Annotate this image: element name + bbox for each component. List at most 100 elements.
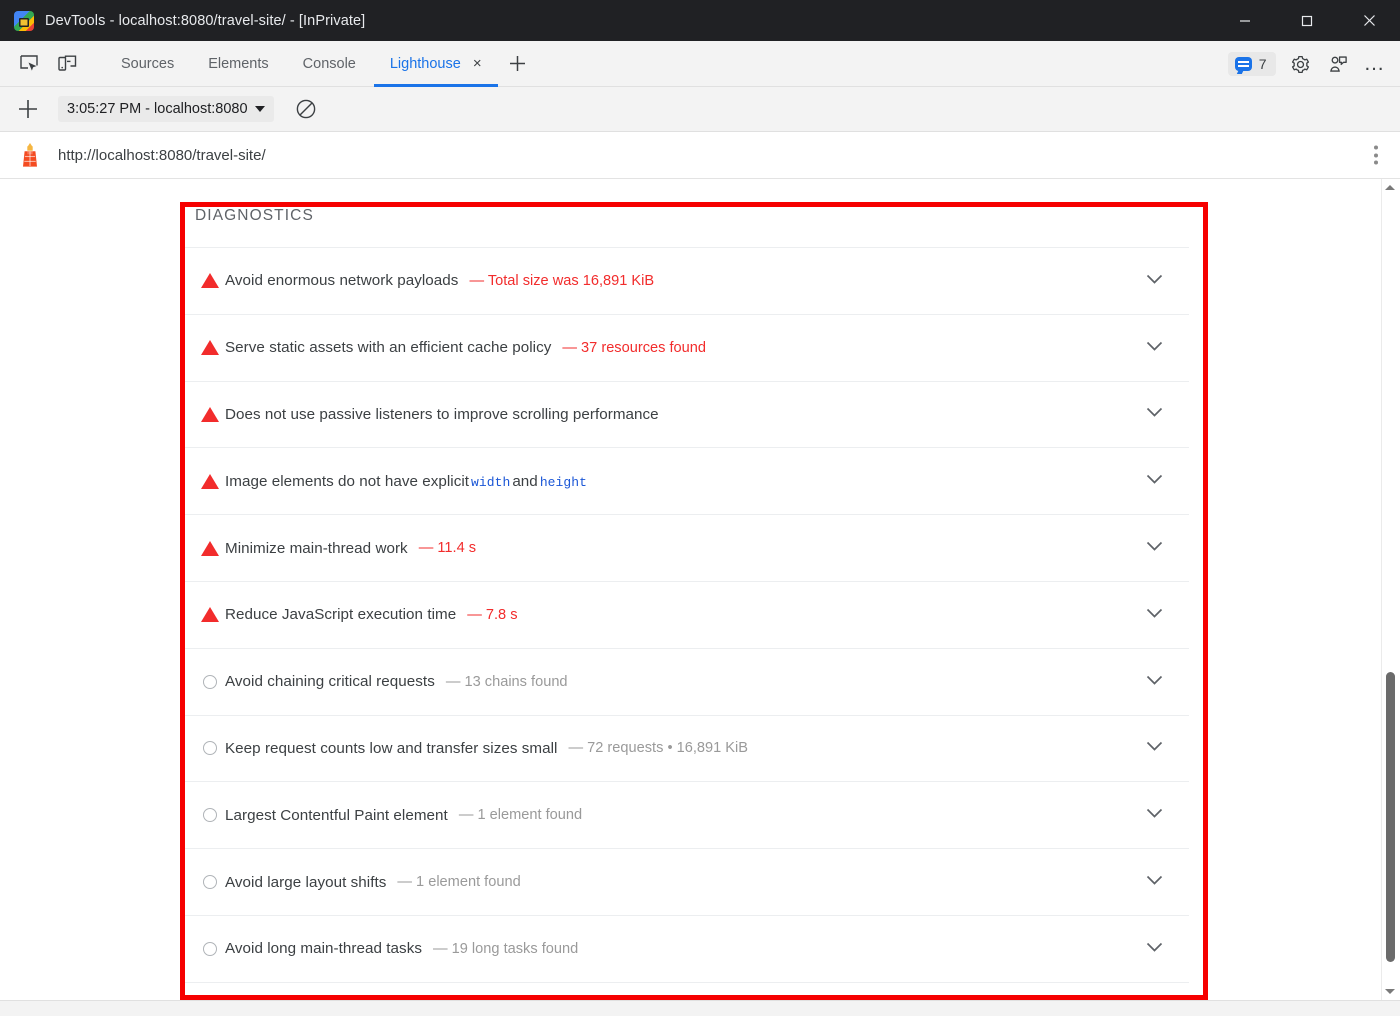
chevron-down-icon[interactable] xyxy=(1146,339,1163,357)
tab-label: Console xyxy=(303,56,356,72)
audit-row[interactable]: Does not use passive listeners to improv… xyxy=(181,381,1189,448)
tab-lighthouse[interactable]: Lighthouse × xyxy=(373,41,499,87)
audit-title: Reduce JavaScript execution time xyxy=(225,606,456,623)
audit-value: — 19 long tasks found xyxy=(433,941,578,957)
tab-label: Lighthouse xyxy=(390,56,461,72)
tab-list: Sources Elements Console Lighthouse × xyxy=(104,41,499,87)
audit-dash: — xyxy=(433,941,448,957)
info-circle-icon xyxy=(195,942,225,956)
issues-badge[interactable]: 7 xyxy=(1228,52,1276,76)
audit-title: Serve static assets with an efficient ca… xyxy=(225,339,551,356)
audit-value-text: 19 long tasks found xyxy=(452,941,579,957)
chevron-down-icon[interactable] xyxy=(1146,539,1163,557)
audit-value-text: 1 element found xyxy=(416,874,521,890)
audit-title: Minimize main-thread work xyxy=(225,540,408,557)
audit-row[interactable]: Avoid enormous network payloads — Total … xyxy=(181,247,1189,314)
chevron-down-icon[interactable] xyxy=(1146,472,1163,490)
warning-triangle-icon xyxy=(195,407,225,422)
audit-title: Avoid long main-thread tasks xyxy=(225,940,422,957)
run-selector[interactable]: 3:05:27 PM - localhost:8080 xyxy=(58,96,274,122)
lighthouse-toolbar: 3:05:27 PM - localhost:8080 xyxy=(0,87,1400,132)
audit-title: Avoid large layout shifts xyxy=(225,874,386,891)
add-tab-button[interactable] xyxy=(501,47,535,81)
report-url-bar: http://localhost:8080/travel-site/ xyxy=(0,132,1400,179)
audit-row[interactable]: Keep request counts low and transfer siz… xyxy=(181,715,1189,782)
report-scroll-container: DIAGNOSTICS Avoid enormous network paylo… xyxy=(0,179,1400,1000)
feedback-icon[interactable] xyxy=(1326,51,1352,77)
audit-value: — 1 element found xyxy=(459,807,582,823)
close-button[interactable] xyxy=(1338,0,1400,41)
audit-title: Image elements do not have explicit widt… xyxy=(225,473,589,490)
audit-row[interactable]: Minimize main-thread work — 11.4 s xyxy=(181,514,1189,581)
audit-value-text: Total size was 16,891 KiB xyxy=(488,273,654,289)
issues-bubble-icon xyxy=(1235,57,1252,71)
minimize-button[interactable] xyxy=(1214,0,1276,41)
audit-dash: — xyxy=(467,607,482,623)
chevron-down-icon[interactable] xyxy=(1146,405,1163,423)
info-circle-icon xyxy=(195,675,225,689)
chevron-down-icon[interactable] xyxy=(1146,606,1163,624)
audit-value: — 37 resources found xyxy=(562,340,706,356)
audit-value: — 72 requests • 16,891 KiB xyxy=(568,740,748,756)
window-controls xyxy=(1214,0,1400,41)
maximize-button[interactable] xyxy=(1276,0,1338,41)
audit-row[interactable]: Largest Contentful Paint element — 1 ele… xyxy=(181,781,1189,848)
audit-title: Does not use passive listeners to improv… xyxy=(225,406,659,423)
audit-value-text: 72 requests • 16,891 KiB xyxy=(587,740,748,756)
audit-title: Keep request counts low and transfer siz… xyxy=(225,740,557,757)
audit-value: — 7.8 s xyxy=(467,607,517,623)
audit-row[interactable]: Avoid chaining critical requests — 13 ch… xyxy=(181,648,1189,715)
window-title: DevTools - localhost:8080/travel-site/ -… xyxy=(45,13,365,29)
audit-value: — 11.4 s xyxy=(419,540,476,556)
more-options-icon[interactable]: … xyxy=(1364,58,1387,71)
audit-value-text: 13 chains found xyxy=(465,674,568,690)
new-report-button[interactable] xyxy=(14,95,42,123)
audit-value: — 1 element found xyxy=(397,874,520,890)
scroll-down-arrow-icon[interactable] xyxy=(1382,983,1399,1000)
chevron-down-icon xyxy=(255,106,265,112)
chevron-down-icon[interactable] xyxy=(1146,940,1163,958)
scrollbar-track[interactable] xyxy=(1382,196,1399,983)
info-circle-icon xyxy=(195,808,225,822)
section-bottom-divider xyxy=(181,982,1189,992)
edge-devtools-icon xyxy=(14,11,34,31)
audit-title-part: Image elements do not have explicit xyxy=(225,473,469,490)
audit-row[interactable]: Image elements do not have explicit widt… xyxy=(181,447,1189,514)
audit-title-code: width xyxy=(469,475,512,490)
tab-label: Sources xyxy=(121,56,174,72)
audit-row[interactable]: Reduce JavaScript execution time — 7.8 s xyxy=(181,581,1189,648)
device-toolbar-icon[interactable] xyxy=(50,49,84,79)
audit-row[interactable]: Avoid long main-thread tasks — 19 long t… xyxy=(181,915,1189,982)
tab-sources[interactable]: Sources xyxy=(104,41,191,87)
audit-dash: — xyxy=(446,674,461,690)
audit-row[interactable]: Serve static assets with an efficient ca… xyxy=(181,314,1189,381)
scroll-up-arrow-icon[interactable] xyxy=(1382,179,1399,196)
tab-elements[interactable]: Elements xyxy=(191,41,285,87)
audit-title: Avoid enormous network payloads xyxy=(225,272,458,289)
gear-icon[interactable] xyxy=(1288,51,1314,77)
chevron-down-icon[interactable] xyxy=(1146,272,1163,290)
info-circle-icon xyxy=(195,741,225,755)
devtools-window: DevTools - localhost:8080/travel-site/ -… xyxy=(0,0,1400,1016)
chevron-down-icon[interactable] xyxy=(1146,673,1163,691)
audit-row[interactable]: Avoid large layout shifts — 1 element fo… xyxy=(181,848,1189,915)
chevron-down-icon[interactable] xyxy=(1146,739,1163,757)
audit-dash: — xyxy=(419,540,434,556)
clear-all-icon[interactable] xyxy=(292,95,320,123)
warning-triangle-icon xyxy=(195,340,225,355)
audit-dash: — xyxy=(568,740,583,756)
dropdown-menu-icon[interactable] xyxy=(1374,146,1378,165)
audit-title-code: height xyxy=(538,475,589,490)
audit-value: — Total size was 16,891 KiB xyxy=(469,273,654,289)
info-circle-icon xyxy=(195,875,225,889)
chevron-down-icon[interactable] xyxy=(1146,873,1163,891)
scrollbar-thumb[interactable] xyxy=(1386,672,1395,962)
tab-console[interactable]: Console xyxy=(286,41,373,87)
audit-value-text: 11.4 s xyxy=(437,540,476,556)
chevron-down-icon[interactable] xyxy=(1146,806,1163,824)
report-body: DIAGNOSTICS Avoid enormous network paylo… xyxy=(0,179,1400,1000)
close-icon[interactable]: × xyxy=(473,56,482,71)
vertical-scrollbar[interactable] xyxy=(1381,179,1398,1000)
diagnostics-heading: DIAGNOSTICS xyxy=(181,179,1189,247)
inspect-element-icon[interactable] xyxy=(12,49,46,79)
